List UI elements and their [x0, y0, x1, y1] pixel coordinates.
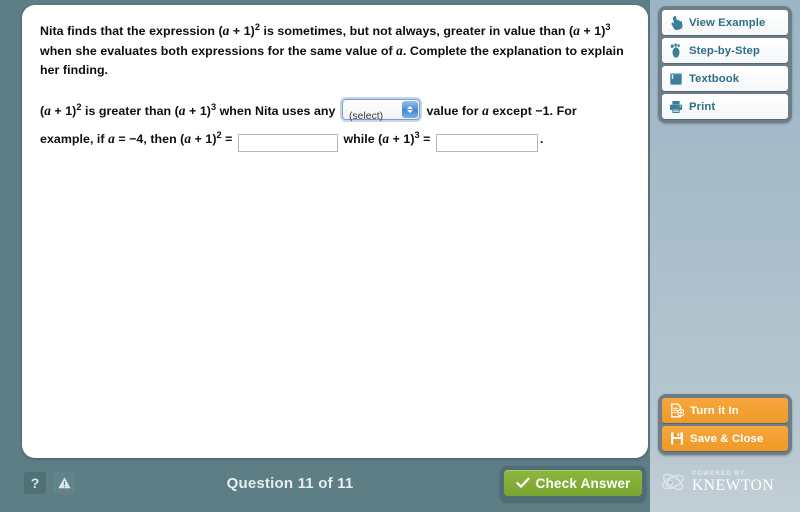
view-example-label: View Example [689, 16, 766, 29]
p2-seg5: value for [423, 104, 483, 118]
atom-icon [662, 473, 684, 491]
footprint-icon [670, 42, 680, 58]
p2-seg2: is greater than ( [81, 104, 179, 118]
print-label: Print [689, 100, 716, 113]
check-answer-button[interactable]: Check Answer [504, 470, 642, 496]
help-button[interactable]: ? [24, 472, 46, 494]
save-and-close-button[interactable]: Save & Close [662, 426, 788, 451]
printer-icon [669, 100, 683, 113]
value-type-select-label: (select) [349, 111, 384, 122]
book-icon [670, 72, 682, 85]
select-stepper-icon[interactable] [402, 101, 418, 118]
warning-triangle-icon [57, 477, 71, 489]
p2-seg4: when Nita uses any [216, 104, 339, 118]
pointing-hand-icon [671, 15, 683, 30]
question-counter: Question 11 of 11 [226, 475, 354, 492]
turn-it-in-button[interactable]: Turn it In [662, 398, 788, 423]
answer-blank-1[interactable] [237, 133, 338, 152]
p2-seg11: + 1) [389, 132, 415, 146]
action-button-group: Turn it In Save & Close [658, 394, 792, 455]
floppy-disk-icon [671, 432, 683, 445]
value-type-select[interactable]: (select) [342, 99, 420, 122]
p2-seg13: . [539, 132, 544, 146]
p2-seg3: + 1) [185, 104, 211, 118]
p1-seg1: Nita finds that the expression ( [40, 24, 223, 38]
p1-var-a-2: a [573, 23, 580, 38]
p2-var-a-4: a [108, 131, 115, 146]
knewton-branding: POWERED BY KNEWTON [660, 470, 774, 494]
p1-exponent-3: 3 [605, 21, 611, 32]
check-answer-housing: Check Answer [500, 466, 646, 502]
print-button[interactable]: Print [662, 94, 788, 119]
step-by-step-button[interactable]: Step-by-Step [662, 38, 788, 63]
question-paragraph-2: (a + 1)2 is greater than (a + 1)3 when N… [40, 97, 630, 153]
p2-var-a-3: a [482, 103, 489, 118]
p2-seg10: while ( [339, 132, 383, 146]
p2-seg9: = [221, 132, 236, 146]
p1-var-a-3: a [396, 43, 403, 58]
check-answer-label: Check Answer [535, 475, 631, 491]
p1-seg4: + 1) [579, 24, 606, 38]
p2-seg1: + 1) [50, 104, 77, 118]
question-paragraph-1: Nita finds that the expression (a + 1)2 … [40, 21, 630, 80]
knewton-wordmark: KNEWTON [692, 477, 775, 494]
save-and-close-label: Save & Close [690, 432, 764, 445]
p1-seg2: + 1) [229, 24, 255, 38]
tool-button-group: View Example Step-by-Step Textbook Print [658, 6, 792, 123]
p1-seg3: is sometimes, but not always, greater in… [259, 24, 574, 38]
p2-var-a-1: a [44, 103, 51, 118]
turn-it-in-label: Turn it In [690, 404, 739, 417]
textbook-button[interactable]: Textbook [662, 66, 788, 91]
answer-blank-2[interactable] [435, 133, 538, 152]
p2-var-a-2: a [178, 103, 186, 118]
question-panel: Nita finds that the expression (a + 1)2 … [22, 5, 648, 458]
view-example-button[interactable]: View Example [662, 10, 788, 35]
report-problem-button[interactable] [53, 472, 75, 494]
textbook-label: Textbook [689, 72, 740, 85]
document-upload-icon [671, 403, 684, 418]
p2-seg7: = −4, then ( [114, 132, 185, 146]
p1-seg5: when she evaluates both expressions for … [40, 44, 397, 58]
p2-seg12: = [419, 132, 434, 146]
p2-seg8: + 1) [191, 132, 217, 146]
checkmark-icon [515, 477, 529, 488]
help-question-mark-icon: ? [30, 475, 40, 491]
step-by-step-label: Step-by-Step [689, 44, 760, 57]
app-stage: Nita finds that the expression (a + 1)2 … [0, 0, 800, 512]
